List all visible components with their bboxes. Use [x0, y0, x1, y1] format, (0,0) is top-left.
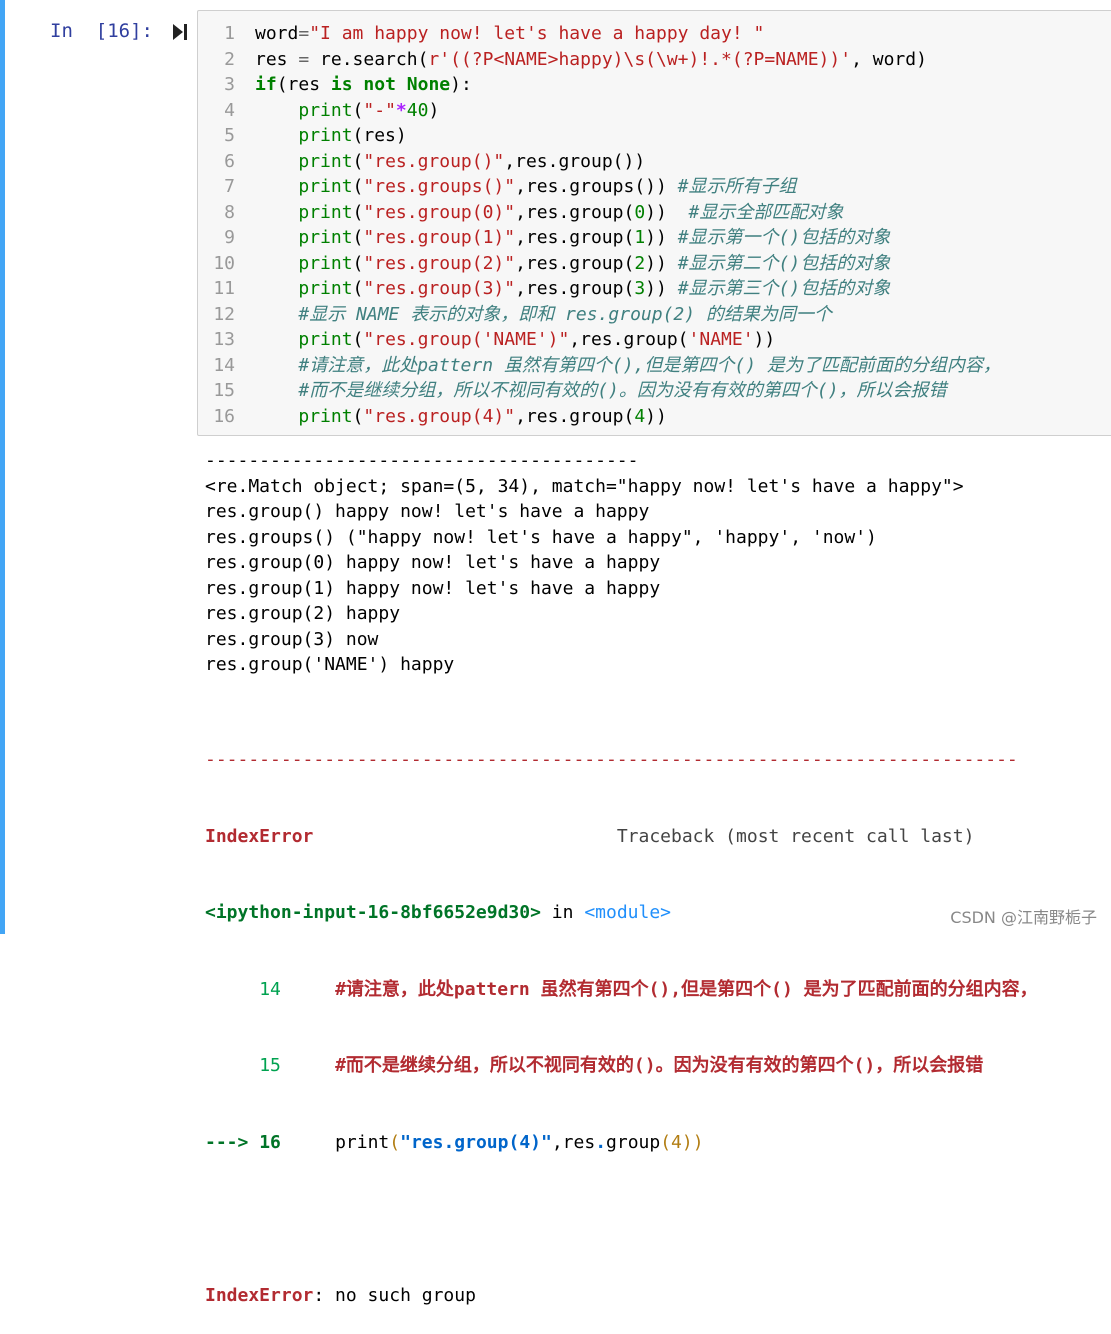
input-prompt: In [16]:	[50, 20, 153, 42]
line-number: 7	[224, 176, 235, 197]
line-number: 16	[213, 405, 235, 427]
code-content[interactable]: word="I am happy now! let's have a happy…	[255, 21, 1001, 429]
line-number: 11	[213, 278, 235, 299]
output-line: res.group(3) now	[205, 628, 379, 650]
code-line: print("res.group(4)",res.group(4))	[298, 405, 667, 427]
line-number: 4	[224, 99, 235, 121]
cell-output: ----------------------------------------…	[205, 448, 964, 678]
code-line: print("res.groups()",res.groups()) #显示所有…	[298, 176, 797, 197]
code-editor[interactable]: 1 2 3 4 5 6 7 8 9 10 11 12 13 14 15 16 word="I am happy…	[197, 10, 1111, 436]
code-line: print("res.group(2)",res.group(2)) #显示第二…	[298, 252, 891, 274]
traceback: ----------------------------------------…	[205, 696, 1038, 1334]
line-number: 14	[213, 354, 235, 376]
line-number: 3	[224, 74, 235, 95]
traceback-blank	[205, 1206, 1038, 1232]
error-name: IndexError	[205, 825, 314, 847]
code-line: print("res.group()",res.group())	[298, 150, 646, 172]
watermark: CSDN @江南野栀子	[950, 908, 1097, 927]
output-line: res.group(2) happy	[205, 603, 401, 624]
code-line: print("res.group(0)",res.group(0)) #显示全部…	[298, 201, 844, 223]
traceback-header-right: Traceback (most recent call last)	[616, 825, 975, 847]
line-number: 15	[213, 380, 235, 401]
code-line: print("res.group('NAME')",res.group('NAM…	[298, 329, 776, 350]
code-line: #而不是继续分组，所以不视同有效的()。因为没有有效的第四个()，所以会报错	[298, 380, 947, 401]
line-number: 6	[224, 150, 235, 172]
output-line: res.groups() ("happy now! let's have a h…	[205, 526, 877, 548]
code-line: #请注意，此处pattern 虽然有第四个(),但是第四个() 是为了匹配前面的…	[298, 354, 1001, 376]
code-line: res = re.search(r'((?P<NAME>happy)\s(\w+…	[255, 48, 927, 70]
code-line: print("-"*40)	[298, 99, 440, 121]
line-number: 9	[224, 227, 235, 248]
line-number: 13	[213, 329, 235, 350]
code-line: if(res is not None):	[255, 74, 472, 95]
line-number: 5	[224, 125, 235, 146]
run-cell-icon[interactable]	[170, 22, 190, 42]
line-number: 10	[213, 252, 235, 274]
output-line: <re.Match object; span=(5, 34), match="h…	[205, 475, 964, 497]
line-number: 8	[224, 201, 235, 223]
code-line: word="I am happy now! let's have a happy…	[255, 23, 765, 44]
line-number: 1	[224, 23, 235, 44]
output-line: res.group() happy now! let's have a happ…	[205, 501, 650, 522]
traceback-line-14: 14 #请注意，此处pattern 虽然有第四个(),但是第四个() 是为了匹配…	[259, 978, 1038, 1000]
traceback-final: IndexError: no such group	[205, 1284, 476, 1306]
output-line: res.group(1) happy now! let's have a hap…	[205, 577, 661, 599]
line-number: 12	[213, 303, 235, 325]
traceback-location: <ipython-input-16-8bf6652e9d30> in <modu…	[205, 902, 672, 923]
active-cell-indicator	[0, 0, 5, 934]
output-line: res.group(0) happy now! let's have a hap…	[205, 552, 661, 573]
traceback-header: IndexError Traceback (most recent call l…	[205, 824, 1038, 850]
line-number: 2	[224, 48, 235, 70]
output-line: ----------------------------------------	[205, 450, 639, 471]
traceback-line-16: ---> 16 print("res.group(4)",res.group(4…	[205, 1131, 704, 1153]
code-line: print("res.group(1)",res.group(1)) #显示第一…	[298, 227, 891, 248]
code-line: print(res)	[298, 125, 407, 146]
traceback-rule: ----------------------------------------…	[205, 749, 1018, 770]
output-line: res.group('NAME') happy	[205, 654, 455, 675]
code-line: print("res.group(3)",res.group(3)) #显示第三…	[298, 278, 891, 299]
code-line: #显示 NAME 表示的对象，即和 res.group(2) 的结果为同一个	[298, 303, 832, 325]
run-cell-icon-graphic	[173, 24, 187, 40]
traceback-line-15: 15 #而不是继续分组，所以不视同有效的()。因为没有有效的第四个()，所以会报…	[259, 1055, 984, 1076]
